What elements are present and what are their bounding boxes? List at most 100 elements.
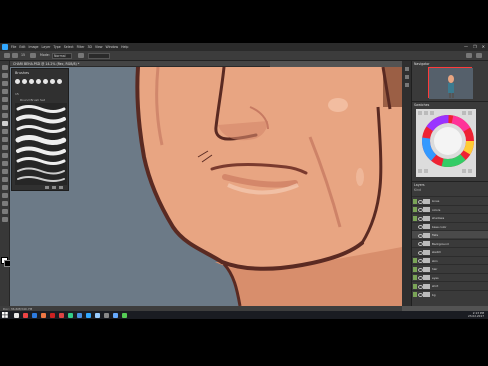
windows-start-icon[interactable] — [2, 312, 8, 318]
brush-size-value[interactable]: 15 — [21, 53, 25, 57]
hand-tool-icon[interactable] — [2, 209, 8, 214]
brush-settings-icon[interactable] — [30, 53, 36, 58]
menu-layer[interactable]: Layer — [42, 45, 51, 49]
lasso-tool-icon[interactable] — [2, 81, 8, 86]
color-picker[interactable] — [412, 107, 488, 181]
crop-tool-icon[interactable] — [2, 97, 8, 102]
layer-row[interactable]: shadows — [412, 213, 488, 221]
eyedropper-tool-icon[interactable] — [2, 105, 8, 110]
taskbar-app-icon[interactable] — [68, 312, 73, 318]
layer-row[interactable]: skin — [412, 255, 488, 264]
layer-row[interactable]: eyes — [412, 272, 488, 281]
brush-size-label: 15 — [15, 92, 19, 96]
system-tray-clock[interactable]: 2:13 PM 23.02.2017 — [467, 311, 484, 319]
eraser-tool-icon[interactable] — [2, 145, 8, 150]
search-icon[interactable] — [466, 53, 472, 58]
taskbar-app-icon[interactable] — [23, 312, 28, 318]
delete-brush-icon[interactable] — [59, 185, 63, 189]
brush-tip[interactable] — [36, 79, 41, 84]
taskbar-app-icon[interactable] — [32, 312, 37, 318]
layer-row[interactable]: Background — [412, 238, 488, 247]
properties-panel-icon[interactable] — [405, 75, 409, 79]
minimize-button[interactable]: — — [464, 44, 468, 50]
history-brush-tool-icon[interactable] — [2, 137, 8, 142]
doc-size-status: Doc: 36.6M/340.7M — [3, 306, 33, 311]
brush-tip[interactable] — [50, 79, 55, 84]
menu-file[interactable]: File — [11, 45, 16, 49]
menu-filter[interactable]: Filter — [77, 45, 85, 49]
navigator-title: Navigator — [414, 61, 430, 66]
pen-tool-icon[interactable] — [2, 177, 8, 182]
layer-row[interactable]: shirt — [412, 281, 488, 289]
new-brush-icon[interactable] — [45, 185, 49, 189]
menu-3d[interactable]: 3D — [87, 45, 91, 49]
navigator-thumbnail[interactable] — [428, 67, 473, 99]
layer-thumbnail — [423, 215, 430, 221]
brush-tip[interactable] — [29, 79, 34, 84]
taskbar-app-icon[interactable] — [95, 312, 100, 318]
layer-row[interactable]: Lines — [412, 196, 488, 204]
menu-help[interactable]: Help — [121, 45, 128, 49]
brush-stroke-list[interactable] — [15, 103, 67, 185]
shape-tool-icon[interactable] — [2, 201, 8, 206]
taskbar-app-icon[interactable] — [14, 312, 19, 318]
adjustments-panel-icon[interactable] — [405, 83, 409, 87]
brush-preset-icon[interactable] — [12, 53, 18, 58]
healing-tool-icon[interactable] — [2, 113, 8, 118]
path-select-tool-icon[interactable] — [2, 193, 8, 198]
opacity-field[interactable] — [88, 52, 110, 59]
marquee-tool-icon[interactable] — [2, 73, 8, 78]
menu-window[interactable]: Window — [106, 45, 119, 49]
taskbar-app-icon[interactable] — [86, 312, 91, 318]
clock-date: 23.02.2017 — [467, 313, 484, 318]
type-tool-icon[interactable] — [2, 185, 8, 190]
dodge-tool-icon[interactable] — [2, 169, 8, 174]
brush-tool-icon[interactable] — [2, 121, 8, 126]
brush-tool-icon[interactable] — [4, 53, 10, 58]
layer-color-tag — [413, 215, 417, 221]
layer-name: colors — [432, 207, 441, 212]
close-button[interactable]: ✕ — [482, 44, 485, 50]
workspace-icon[interactable] — [476, 53, 482, 58]
layer-color-tag — [413, 233, 417, 238]
taskbar-app-icon[interactable] — [122, 312, 127, 318]
layer-row[interactable]: sketch — [412, 247, 488, 255]
clone-stamp-tool-icon[interactable] — [2, 129, 8, 134]
menu-select[interactable]: Select — [64, 45, 74, 49]
layer-thumbnail — [423, 283, 430, 289]
brushes-panel: Brushes 15 Round Brush Set — [11, 68, 69, 191]
photoshop-logo-icon[interactable] — [2, 44, 8, 50]
menu-type[interactable]: Type — [53, 45, 60, 49]
taskbar-app-icon[interactable] — [41, 312, 46, 318]
layers-kind-filter[interactable]: Kind — [414, 188, 421, 192]
layer-row[interactable]: flats — [412, 230, 488, 238]
menu-edit[interactable]: Edit — [19, 45, 25, 49]
quick-select-tool-icon[interactable] — [2, 89, 8, 94]
taskbar-app-icon[interactable] — [113, 312, 118, 318]
layer-row[interactable]: hair — [412, 264, 488, 272]
layer-row[interactable]: bg — [412, 289, 488, 298]
brush-tip[interactable] — [22, 79, 27, 84]
menu-image[interactable]: Image — [29, 45, 39, 49]
menu-view[interactable]: View — [95, 45, 103, 49]
opacity-icon[interactable] — [78, 53, 84, 58]
gradient-tool-icon[interactable] — [2, 153, 8, 158]
layer-row[interactable]: base color — [412, 221, 488, 230]
blur-tool-icon[interactable] — [2, 161, 8, 166]
taskbar-app-icon[interactable] — [50, 312, 55, 318]
history-panel-icon[interactable] — [405, 67, 409, 71]
taskbar-app-icon[interactable] — [77, 312, 82, 318]
mode-select[interactable]: Normal — [52, 52, 72, 59]
brush-tip[interactable] — [57, 79, 62, 84]
taskbar-app-icon[interactable] — [104, 312, 109, 318]
brush-folder-icon[interactable] — [52, 185, 56, 189]
brush-tip[interactable] — [15, 79, 20, 84]
maximize-button[interactable]: ❐ — [473, 44, 477, 50]
taskbar-app-icon[interactable] — [59, 312, 64, 318]
layer-color-tag — [413, 292, 417, 297]
layer-color-tag — [413, 250, 417, 255]
zoom-tool-icon[interactable] — [2, 217, 8, 222]
move-tool-icon[interactable] — [2, 65, 8, 70]
layer-row[interactable]: colors — [412, 204, 488, 213]
brush-tip[interactable] — [43, 79, 48, 84]
